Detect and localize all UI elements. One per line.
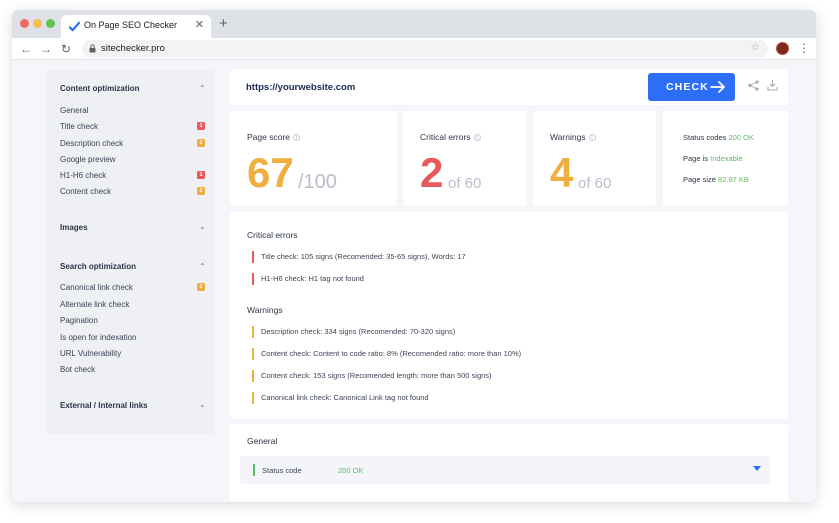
minimize-window-button[interactable]	[33, 19, 42, 28]
warnings-heading: Warnings	[247, 305, 283, 315]
arrow-right-icon	[710, 81, 725, 93]
sidebar-item-canonical-link-check[interactable]: Canonical link check	[60, 283, 133, 292]
back-icon[interactable]: ←	[18, 41, 34, 57]
sidebar-item-url-vulnerability[interactable]: URL Vulnerability	[60, 349, 121, 358]
tab-close-icon[interactable]: ✕	[195, 18, 204, 31]
reload-icon[interactable]: ↻	[58, 41, 74, 57]
lock-icon	[89, 44, 96, 53]
sidebar-item-description-check[interactable]: Description check	[60, 139, 123, 148]
info-icon[interactable]: i	[473, 134, 481, 141]
info-icon[interactable]: i	[588, 134, 596, 141]
browser-toolbar: ← → ↻ sitechecker.pro ☆ ⋮	[12, 38, 816, 60]
page-is-label: Page is	[683, 154, 709, 163]
status-codes-label: Status codes	[683, 133, 727, 142]
page-size-label: Page size	[683, 175, 716, 184]
browser-tab[interactable]: On Page SEO Checker ✕	[61, 15, 211, 38]
info-icon[interactable]: i	[293, 134, 300, 141]
critical-errors-label-text: Critical errors	[420, 132, 471, 142]
browser-menu-icon[interactable]: ⋮	[798, 40, 810, 56]
warning-item: Description check: 334 signs (Recomended…	[252, 326, 455, 338]
chevron-up-icon[interactable]: ⌃	[199, 84, 206, 93]
sidebar-item-google-preview[interactable]: Google preview	[60, 155, 116, 164]
download-icon[interactable]	[767, 79, 778, 91]
page-score-label: Page score i	[247, 132, 300, 142]
sidebar-item-h1-h6-check[interactable]: H1-H6 check	[60, 171, 106, 180]
warnings-value: 4	[550, 149, 574, 196]
chevron-down-icon[interactable]: ⌄	[199, 222, 206, 231]
sidebar-item-alternate-link-check[interactable]: Alternate link check	[60, 300, 129, 309]
sidebar-section-content-optimization[interactable]: Content optimization	[60, 84, 140, 93]
status-indicator	[253, 464, 255, 476]
sidebar-item-bot-check[interactable]: Bot check	[60, 365, 95, 374]
critical-errors-heading: Critical errors	[247, 230, 298, 240]
issue-count-badge: 1	[197, 283, 205, 291]
sidebar-item-indexation[interactable]: Is open for indexation	[60, 333, 137, 342]
warning-item: Content check: Content to code ratio: 8%…	[252, 348, 521, 360]
issue-count-badge: 1	[197, 171, 205, 179]
close-window-button[interactable]	[20, 19, 29, 28]
warning-item: Content check: 153 signs (Recomended len…	[252, 370, 492, 382]
forward-icon[interactable]: →	[38, 41, 54, 57]
page-size-value: 82.97 KB	[718, 175, 749, 184]
url-text: sitechecker.pro	[101, 43, 165, 54]
address-bar[interactable]: sitechecker.pro ☆	[82, 40, 768, 58]
general-heading: General	[247, 436, 278, 446]
sidebar-section-links[interactable]: External / Internal links	[60, 401, 148, 410]
indexable-line: Page is Indexable	[683, 154, 743, 163]
status-code-label: Status code	[262, 466, 302, 475]
warnings-label: Warnings i	[550, 132, 596, 142]
status-codes-value: 200 OK	[728, 133, 754, 142]
sidebar-section-images[interactable]: Images	[60, 223, 88, 232]
page-score-card: Page score i 67 /100	[230, 111, 397, 206]
chevron-up-icon[interactable]: ⌃	[199, 262, 206, 271]
critical-errors-label: Critical errors i	[420, 132, 481, 142]
chevron-down-icon[interactable]: ⌄	[199, 400, 206, 409]
critical-errors-value: 2	[420, 149, 444, 196]
check-button[interactable]: CHECK	[648, 73, 735, 101]
maximize-window-button[interactable]	[46, 19, 55, 28]
issue-count-badge: 1	[197, 139, 205, 147]
critical-errors-card: Critical errors i 2 of 60	[403, 111, 526, 206]
sidebar-item-general[interactable]: General	[60, 106, 88, 115]
profile-avatar[interactable]	[776, 42, 789, 55]
url-check-bar: https://yourwebsite.com CHECK	[230, 69, 788, 105]
general-card: General Status code 200 OK	[230, 424, 788, 502]
warnings-card: Warnings i 4 of 60	[533, 111, 656, 206]
website-url-input[interactable]: https://yourwebsite.com	[246, 82, 355, 93]
warning-item: Canonical link check: Canonical Link tag…	[252, 392, 429, 404]
sidebar-item-content-check[interactable]: Content check	[60, 187, 111, 196]
page-score-value: 67	[247, 149, 294, 196]
page-score-label-text: Page score	[247, 132, 290, 142]
checks-sidebar: Content optimization ⌃ General Title che…	[47, 70, 215, 434]
warnings-total: of 60	[578, 175, 612, 192]
sidebar-item-pagination[interactable]: Pagination	[60, 316, 98, 325]
sitechecker-favicon-icon	[69, 21, 80, 32]
share-icon[interactable]	[748, 80, 759, 91]
indexable-value: Indexable	[710, 154, 743, 163]
status-code-row[interactable]: Status code 200 OK	[240, 456, 770, 484]
critical-error-item: H1-H6 check: H1 tag not found	[252, 273, 364, 285]
page-status-card: Status codes 200 OK Page is Indexable Pa…	[663, 111, 788, 206]
issue-count-badge: 2	[197, 187, 205, 195]
critical-errors-total: of 60	[448, 175, 482, 192]
warnings-label-text: Warnings	[550, 132, 586, 142]
page-size-line: Page size 82.97 KB	[683, 175, 749, 184]
status-code-value: 200 OK	[338, 466, 364, 475]
status-codes-line: Status codes 200 OK	[683, 133, 754, 142]
page-score-max: /100	[298, 171, 337, 193]
expand-caret-icon[interactable]	[753, 466, 761, 471]
sidebar-section-search-optimization[interactable]: Search optimization	[60, 262, 136, 271]
check-button-label: CHECK	[666, 81, 709, 93]
sidebar-item-title-check[interactable]: Title check	[60, 122, 98, 131]
critical-error-item: Title check: 105 signs (Recomended: 35-6…	[252, 251, 466, 263]
bookmark-star-icon[interactable]: ☆	[751, 42, 760, 53]
tab-bar: On Page SEO Checker ✕ +	[12, 10, 816, 38]
new-tab-button[interactable]: +	[219, 16, 228, 31]
browser-window: On Page SEO Checker ✕ + ← → ↻ sitechecke…	[12, 10, 816, 502]
issue-count-badge: 1	[197, 122, 205, 130]
tab-title: On Page SEO Checker	[84, 20, 178, 30]
issues-report-card: Critical errors Title check: 105 signs (…	[230, 212, 788, 418]
